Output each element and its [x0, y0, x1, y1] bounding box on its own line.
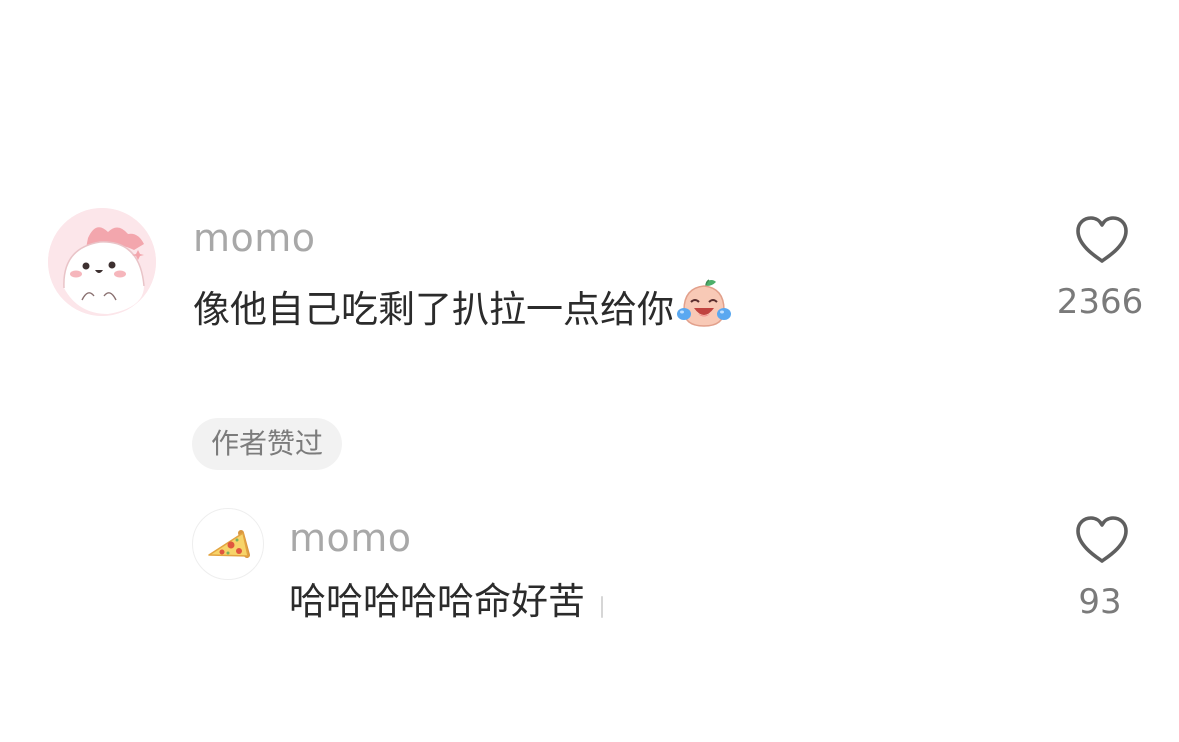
comment-text: 像他自己吃剩了扒拉一点给你 [193, 278, 732, 342]
reply-avatar[interactable] [192, 508, 264, 580]
comment-thread: momo 像他自己吃剩了扒拉一点给你 2366 作者赞过 momo 哈哈哈哈哈命… [0, 0, 1179, 742]
reply-like-count: 93 [1078, 582, 1122, 622]
comment-username[interactable]: momo [193, 216, 316, 260]
like-count: 2366 [1056, 282, 1144, 322]
crying-laughing-peach-icon [676, 278, 732, 342]
text-caret [601, 596, 603, 618]
reply-text-body: 哈哈哈哈哈命好苦 [289, 580, 585, 623]
pizza-slice-avatar-icon [208, 530, 250, 558]
reply-text: 哈哈哈哈哈命好苦 [289, 578, 603, 626]
avatar[interactable] [48, 208, 156, 316]
heart-icon[interactable] [1074, 214, 1130, 266]
author-liked-badge: 作者赞过 [192, 418, 343, 470]
reply-heart-icon[interactable] [1074, 514, 1130, 566]
reply-username[interactable]: momo [289, 516, 412, 560]
pink-dinosaur-avatar-icon [48, 208, 156, 316]
comment-text-body: 像他自己吃剩了扒拉一点给你 [193, 288, 674, 331]
